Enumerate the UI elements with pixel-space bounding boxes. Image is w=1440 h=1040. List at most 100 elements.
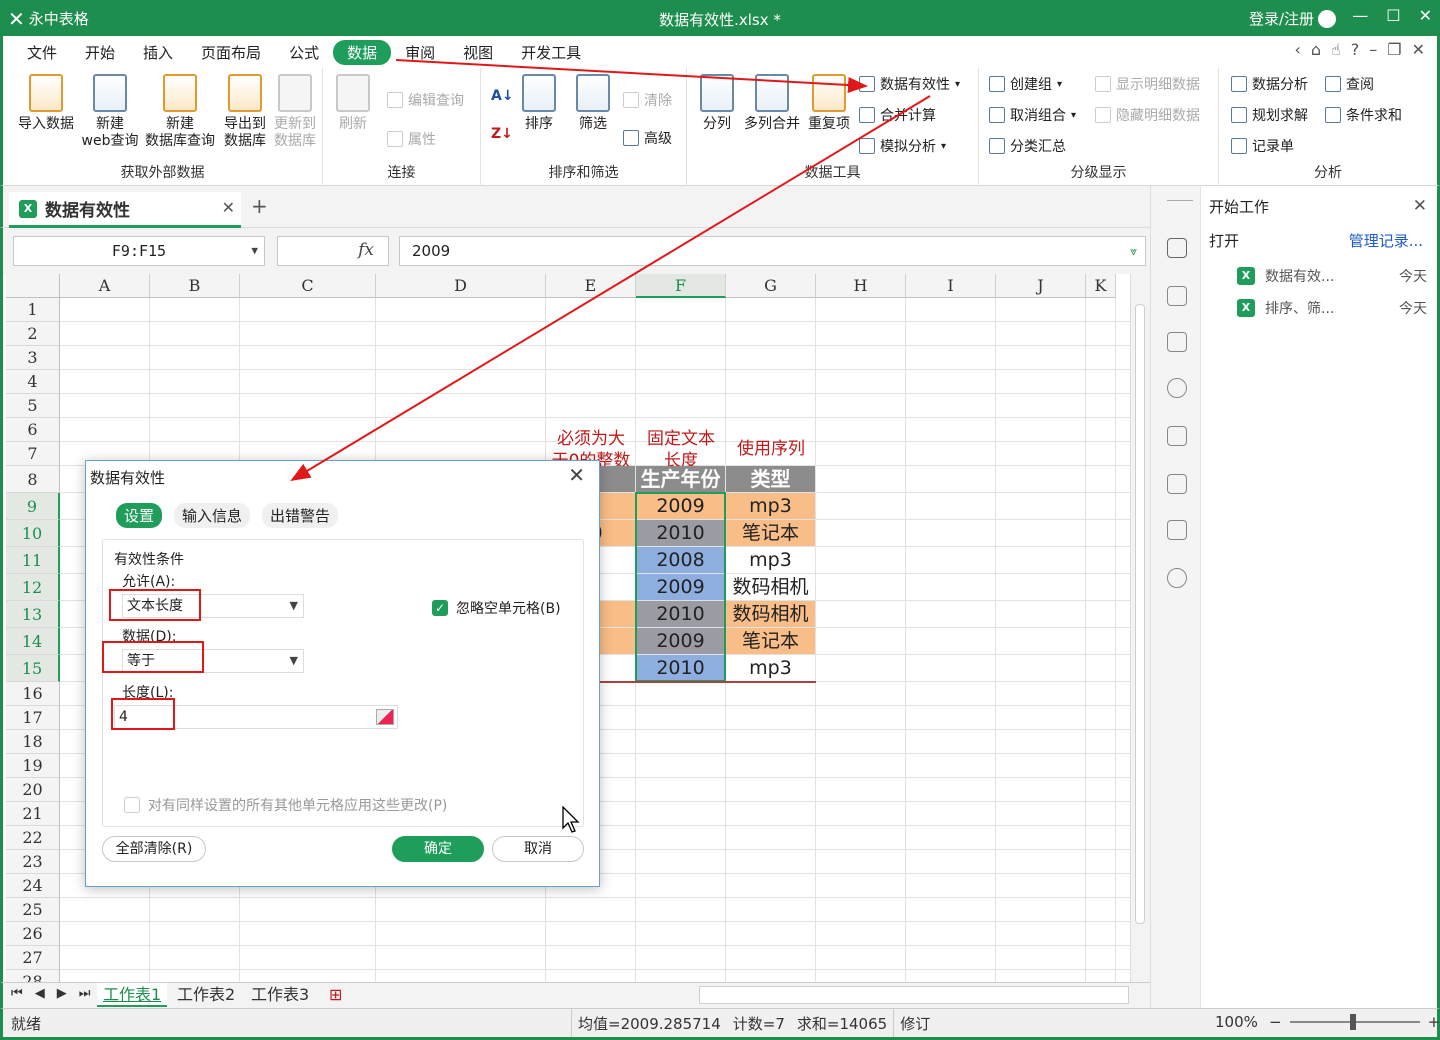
column-header-g[interactable]: G xyxy=(726,274,816,298)
table-cell-g[interactable]: 数码相机 xyxy=(726,574,815,600)
row-header-19[interactable]: 19 xyxy=(6,754,60,778)
row-header-13[interactable]: 13 xyxy=(6,601,60,628)
row-header-20[interactable]: 20 xyxy=(6,778,60,802)
row-header-21[interactable]: 21 xyxy=(6,802,60,826)
row-header-7[interactable]: 7 xyxy=(6,442,60,466)
sliders-icon[interactable] xyxy=(1167,286,1187,306)
column-header-h[interactable]: H xyxy=(816,274,906,298)
column-header-d[interactable]: D xyxy=(376,274,546,298)
solver-button[interactable]: 规划求解 xyxy=(1231,105,1308,125)
row-header-18[interactable]: 18 xyxy=(6,730,60,754)
properties-button[interactable]: 属性 xyxy=(387,129,436,149)
tab-view[interactable]: 视图 xyxy=(449,40,507,65)
row-header-12[interactable]: 12 xyxy=(6,574,60,601)
hand-icon[interactable]: ☝ xyxy=(1331,40,1341,59)
tab-developer[interactable]: 开发工具 xyxy=(507,40,595,65)
hide-detail-button[interactable]: 隐藏明细数据 xyxy=(1095,105,1200,125)
column-header-b[interactable]: B xyxy=(150,274,240,298)
row-header-15[interactable]: 15 xyxy=(6,655,60,682)
new-tab-icon[interactable]: + xyxy=(251,194,268,218)
zoom-out-icon[interactable]: − xyxy=(1269,1013,1282,1031)
row-header-28[interactable]: 28 xyxy=(6,970,60,982)
recent-file-1[interactable]: X 数据有效... 今天 xyxy=(1237,266,1427,286)
table-cell-g[interactable]: 笔记本 xyxy=(726,628,815,654)
tab-data[interactable]: 数据 xyxy=(333,40,392,65)
document-tab[interactable]: X 数据有效性 ✕ xyxy=(9,192,241,228)
zoom-knob[interactable] xyxy=(1349,1014,1356,1030)
row-header-1[interactable]: 1 xyxy=(6,298,60,322)
name-box-dropdown-icon[interactable]: ▼ xyxy=(251,237,258,265)
last-sheet-icon[interactable]: ⏭ xyxy=(79,986,91,1001)
subtotal-button[interactable]: 分类汇总 xyxy=(989,136,1066,156)
row-header-24[interactable]: 24 xyxy=(6,874,60,898)
close-tab-icon[interactable]: ✕ xyxy=(222,198,235,217)
doc-minimize-icon[interactable]: – xyxy=(1369,40,1377,59)
table-cell-g[interactable]: mp3 xyxy=(726,547,815,573)
tab-home[interactable]: 开始 xyxy=(71,40,129,65)
ok-button[interactable]: 确定 xyxy=(392,836,484,862)
prev-sheet-icon[interactable]: ◀ xyxy=(35,986,45,1001)
table-header-g[interactable]: 类型 xyxy=(726,466,815,492)
tab-formulas[interactable]: 公式 xyxy=(275,40,333,65)
table-cell-g[interactable]: mp3 xyxy=(726,493,815,519)
sheet-tab-2[interactable]: 工作表2 xyxy=(171,983,241,1007)
clipboard-icon[interactable] xyxy=(1167,426,1187,446)
tab-file[interactable]: 文件 xyxy=(13,40,71,65)
copy-icon[interactable] xyxy=(1167,474,1187,494)
table-cell-g[interactable]: 数码相机 xyxy=(726,601,815,627)
edit-icon[interactable] xyxy=(1167,520,1187,540)
row-header-6[interactable]: 6 xyxy=(6,418,60,442)
new-db-query-button[interactable]: 新建 数据库查询 xyxy=(141,74,219,150)
row-header-11[interactable]: 11 xyxy=(6,547,60,574)
update-to-db-button[interactable]: 更新到 数据库 xyxy=(269,74,321,150)
column-header-c[interactable]: C xyxy=(240,274,376,298)
apply-all-checkbox[interactable]: 对有同样设置的所有其他单元格应用这些更改(P) xyxy=(124,795,447,815)
import-data-button[interactable]: 导入数据 xyxy=(11,74,81,133)
row-header-26[interactable]: 26 xyxy=(6,922,60,946)
zoom-slider[interactable]: − + xyxy=(1269,1013,1440,1031)
conditional-sum-button[interactable]: 条件求和 xyxy=(1325,105,1402,125)
tab-review[interactable]: 审阅 xyxy=(391,40,449,65)
function-box[interactable]: fx xyxy=(277,236,389,266)
sheet-tab-1[interactable]: 工作表1 xyxy=(97,983,168,1007)
row-header-10[interactable]: 10 xyxy=(6,520,60,547)
sort-asc-icon[interactable]: A↓ xyxy=(491,88,514,104)
table-cell-g[interactable]: 笔记本 xyxy=(726,520,815,546)
select-all-corner[interactable] xyxy=(6,274,60,298)
lookup-button[interactable]: 查阅 xyxy=(1325,74,1374,94)
home-icon[interactable]: ⌂ xyxy=(1311,40,1321,59)
next-sheet-icon[interactable]: ▶ xyxy=(57,986,67,1001)
ungroup-button[interactable]: 取消组合 ▾ xyxy=(989,105,1076,125)
tab-page-layout[interactable]: 页面布局 xyxy=(187,40,275,65)
sort-desc-icon[interactable]: Z↓ xyxy=(491,126,513,142)
ignore-blank-checkbox[interactable]: ✓ 忽略空单元格(B) xyxy=(432,598,561,618)
export-to-db-button[interactable]: 导出到 数据库 xyxy=(219,74,271,150)
row-header-14[interactable]: 14 xyxy=(6,628,60,655)
refresh-button[interactable]: 刷新 xyxy=(331,74,375,133)
sheet-tab-3[interactable]: 工作表3 xyxy=(245,983,315,1007)
close-window-button[interactable]: ✕ xyxy=(1419,6,1432,25)
advanced-filter-button[interactable]: 高级 xyxy=(623,128,672,148)
status-revision-mode[interactable]: 修订 xyxy=(893,1009,936,1037)
table-header-f[interactable]: 生产年份 xyxy=(636,466,725,492)
row-header-4[interactable]: 4 xyxy=(6,370,60,394)
formula-input[interactable]: 2009 ⩔ xyxy=(399,236,1146,266)
data-analysis-button[interactable]: 数据分析 xyxy=(1231,74,1308,94)
tab-insert[interactable]: 插入 xyxy=(129,40,187,65)
row-header-2[interactable]: 2 xyxy=(6,322,60,346)
range-picker-icon[interactable] xyxy=(376,709,394,725)
maximize-button[interactable]: ☐ xyxy=(1386,6,1400,25)
add-sheet-icon[interactable]: ⊞ xyxy=(323,983,348,1007)
tab-input-message[interactable]: 输入信息 xyxy=(174,503,251,528)
row-header-23[interactable]: 23 xyxy=(6,850,60,874)
minimize-button[interactable]: — xyxy=(1352,6,1368,25)
clear-all-button[interactable]: 全部清除(R) xyxy=(102,836,206,862)
row-header-17[interactable]: 17 xyxy=(6,706,60,730)
row-header-16[interactable]: 16 xyxy=(6,682,60,706)
help-icon[interactable]: ? xyxy=(1351,40,1360,59)
data-validation-button[interactable]: 数据有效性 ▾ xyxy=(859,74,960,94)
merge-columns-button[interactable]: 多列合并 xyxy=(741,74,803,133)
row-header-5[interactable]: 5 xyxy=(6,394,60,418)
column-header-e[interactable]: E xyxy=(546,274,636,298)
doc-restore-icon[interactable]: ❐ xyxy=(1387,40,1401,59)
